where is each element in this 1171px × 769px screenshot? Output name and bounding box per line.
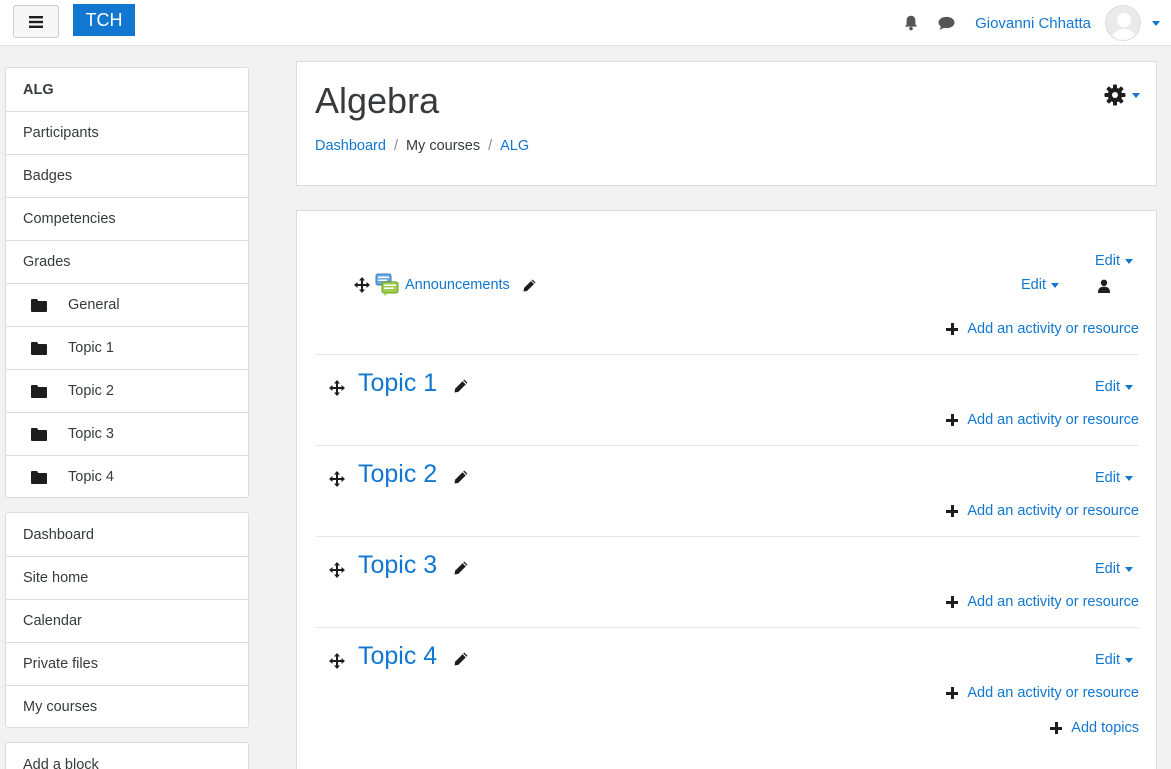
add-topics-button[interactable]: Add topics: [1050, 720, 1139, 736]
move-icon[interactable]: [329, 471, 345, 487]
messages-button[interactable]: [936, 13, 956, 33]
page-header: Algebra Dashboard / My courses / ALG: [296, 61, 1157, 186]
section-edit-menu[interactable]: Edit: [1095, 652, 1133, 668]
competencies-link[interactable]: Competencies: [6, 197, 248, 240]
folder-icon: [31, 298, 47, 312]
move-icon[interactable]: [329, 653, 345, 669]
plus-icon: [1050, 722, 1063, 734]
course-shortname-link[interactable]: ALG: [6, 68, 248, 111]
my-courses-link[interactable]: My courses: [6, 685, 248, 728]
add-activity-button[interactable]: Add an activity or resource: [946, 412, 1139, 428]
badges-link[interactable]: Badges: [6, 154, 248, 197]
section-topic-2-link[interactable]: Topic 2: [6, 369, 248, 412]
folder-icon: [31, 470, 47, 484]
chevron-down-icon: [1125, 258, 1133, 264]
breadcrumb-course[interactable]: ALG: [500, 138, 529, 154]
course-content: Edit Announcements Edit Add an activity …: [296, 210, 1157, 769]
course-nav-block: ALG Participants Badges Competencies Gra…: [5, 67, 249, 498]
site-nav-block: Dashboard Site home Calendar Private fil…: [5, 512, 249, 728]
chevron-down-icon: [1125, 475, 1133, 481]
section-topic-2: Topic 2 Edit Add an activity or resource: [316, 446, 1139, 537]
group-mode-icon[interactable]: [1098, 279, 1110, 293]
move-icon[interactable]: [329, 380, 345, 396]
plus-icon: [946, 414, 959, 426]
section-topic-4-link[interactable]: Topic 4: [6, 455, 248, 498]
hamburger-icon: [29, 15, 43, 28]
user-menu-toggle[interactable]: [1141, 20, 1171, 26]
add-activity-button[interactable]: Add an activity or resource: [946, 594, 1139, 610]
section-title-link[interactable]: Topic 2: [358, 460, 437, 489]
section-edit-menu[interactable]: Edit: [1095, 379, 1133, 395]
grades-link[interactable]: Grades: [6, 240, 248, 283]
activity-announcements: Announcements: [354, 273, 536, 297]
add-a-block-link[interactable]: Add a block: [6, 743, 248, 769]
section-topic-1: Topic 1 Edit Add an activity or resource: [316, 355, 1139, 446]
bell-icon: [905, 15, 918, 31]
nav-drawer: ALG Participants Badges Competencies Gra…: [0, 47, 268, 769]
user-name-link[interactable]: Giovanni Chhatta: [975, 15, 1091, 32]
chevron-down-icon: [1125, 566, 1133, 572]
section-edit-menu[interactable]: Edit: [1095, 253, 1133, 269]
user-silhouette-icon: [1106, 6, 1140, 40]
plus-icon: [946, 687, 959, 699]
page-title: Algebra: [315, 80, 440, 121]
section-title-link[interactable]: Topic 4: [358, 642, 437, 671]
section-topic-1-link[interactable]: Topic 1: [6, 326, 248, 369]
folder-icon: [31, 427, 47, 441]
chevron-down-icon: [1152, 20, 1160, 26]
site-home-link[interactable]: Site home: [6, 556, 248, 599]
chevron-down-icon: [1125, 384, 1133, 390]
pencil-icon[interactable]: [454, 470, 468, 484]
notifications-button[interactable]: [901, 13, 921, 33]
add-activity-button[interactable]: Add an activity or resource: [946, 503, 1139, 519]
section-general-link[interactable]: General: [6, 283, 248, 326]
avatar[interactable]: [1105, 5, 1141, 41]
plus-icon: [946, 505, 959, 517]
breadcrumb-my-courses: My courses: [405, 138, 481, 154]
top-navbar: TCH Giovanni Chhatta: [0, 0, 1171, 46]
pencil-icon[interactable]: [523, 279, 536, 292]
navbar-user-area: Giovanni Chhatta: [901, 0, 1171, 46]
folder-icon: [31, 341, 47, 355]
forum-icon: [375, 273, 399, 296]
chevron-down-icon: [1125, 657, 1133, 663]
add-activity-button[interactable]: Add an activity or resource: [946, 321, 1139, 337]
course-settings-menu[interactable]: [1104, 84, 1140, 106]
section-topic-4: Topic 4 Edit Add an activity or resource…: [316, 628, 1139, 768]
section-edit-menu[interactable]: Edit: [1095, 470, 1133, 486]
move-icon[interactable]: [354, 277, 370, 293]
breadcrumb: Dashboard / My courses / ALG: [315, 138, 529, 154]
private-files-link[interactable]: Private files: [6, 642, 248, 685]
calendar-link[interactable]: Calendar: [6, 599, 248, 642]
section-title-link[interactable]: Topic 3: [358, 551, 437, 580]
pencil-icon[interactable]: [454, 379, 468, 393]
section-general: Edit Announcements Edit Add an activity …: [316, 211, 1139, 355]
add-activity-button[interactable]: Add an activity or resource: [946, 685, 1139, 701]
drawer-toggle-button[interactable]: [13, 5, 59, 38]
announcements-link[interactable]: Announcements: [405, 277, 510, 293]
section-edit-menu[interactable]: Edit: [1095, 561, 1133, 577]
participants-link[interactable]: Participants: [6, 111, 248, 154]
section-title-link[interactable]: Topic 1: [358, 369, 437, 398]
breadcrumb-separator: /: [393, 138, 398, 154]
add-block-panel: Add a block: [5, 742, 249, 769]
section-topic-3-link[interactable]: Topic 3: [6, 412, 248, 455]
site-brand-link[interactable]: TCH: [73, 4, 135, 36]
pencil-icon[interactable]: [454, 561, 468, 575]
chevron-down-icon: [1051, 282, 1059, 288]
breadcrumb-dashboard[interactable]: Dashboard: [315, 138, 386, 154]
breadcrumb-separator: /: [488, 138, 493, 154]
activity-edit-menu[interactable]: Edit: [1021, 277, 1059, 293]
folder-icon: [31, 384, 47, 398]
gear-icon: [1104, 84, 1126, 106]
dashboard-link[interactable]: Dashboard: [6, 513, 248, 556]
pencil-icon[interactable]: [454, 652, 468, 666]
chevron-down-icon: [1132, 92, 1140, 98]
section-topic-3: Topic 3 Edit Add an activity or resource: [316, 537, 1139, 628]
chat-icon: [938, 16, 955, 30]
plus-icon: [946, 323, 959, 335]
plus-icon: [946, 596, 959, 608]
move-icon[interactable]: [329, 562, 345, 578]
